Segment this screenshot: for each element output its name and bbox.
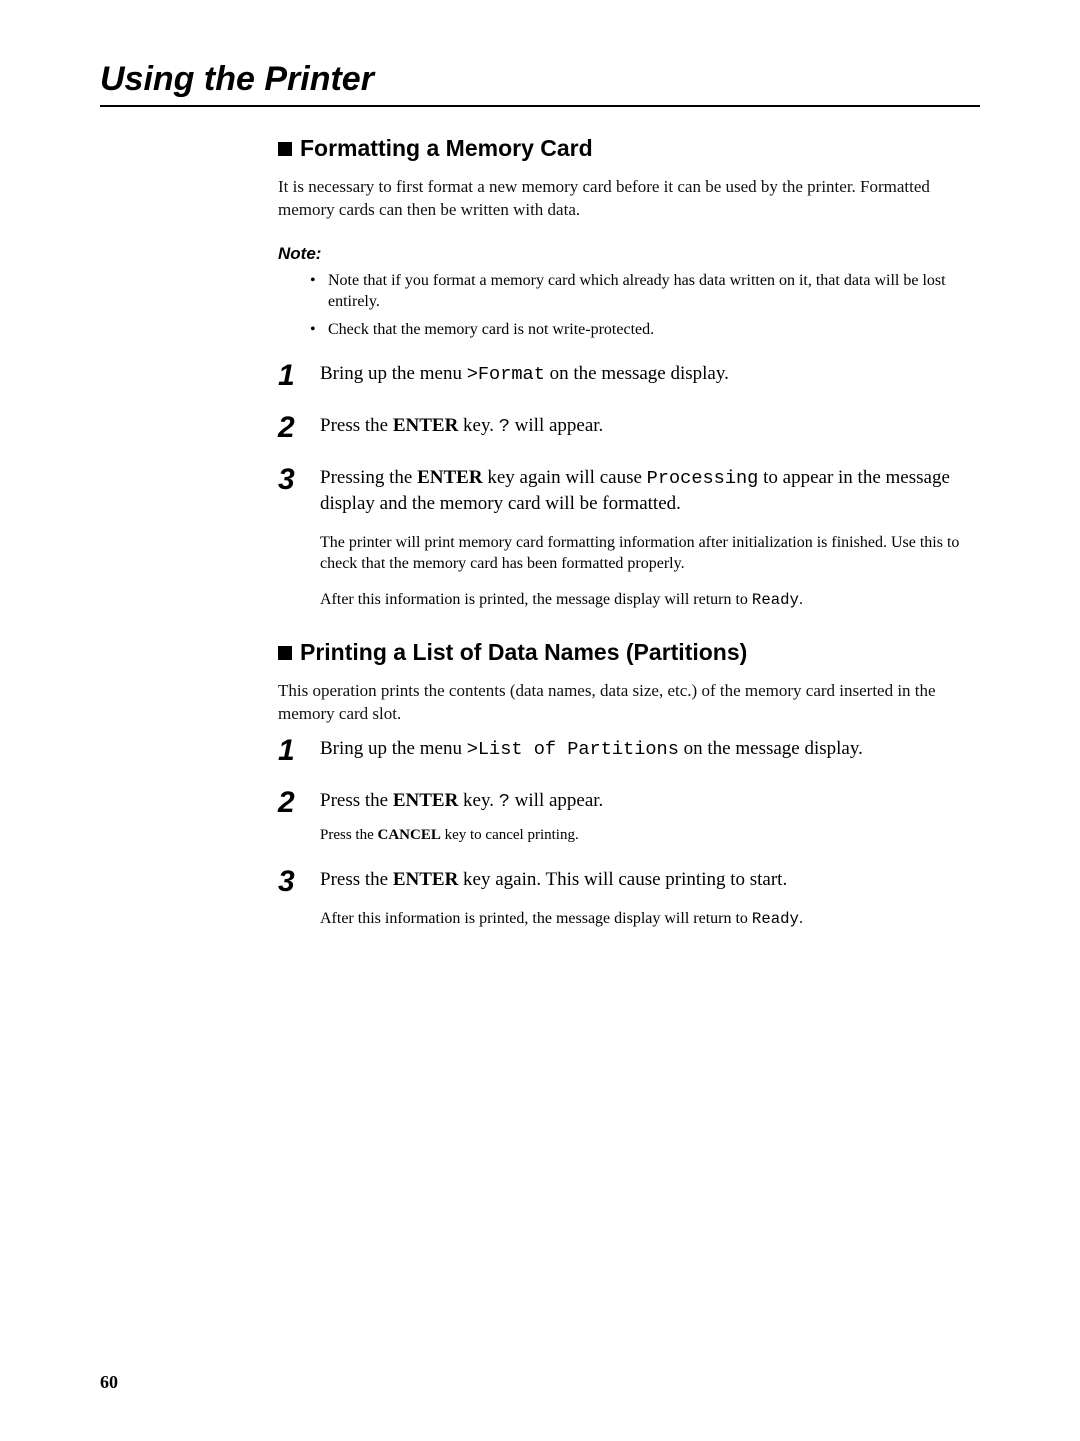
square-bullet-icon [278, 646, 292, 660]
step-text-pre: Bring up the menu [320, 363, 467, 384]
step-text-post: will appear. [510, 790, 603, 811]
step-1: 1 Bring up the menu >Format on the messa… [278, 361, 970, 391]
step-text: Pressing the ENTER key again will cause … [320, 465, 970, 518]
section-heading-text: Printing a List of Data Names (Partition… [300, 639, 747, 665]
step-body: Press the ENTER key. ? will appear. [320, 413, 970, 440]
note-item: Note that if you format a memory card wh… [314, 270, 970, 313]
menu-code: >List of Partitions [467, 738, 679, 760]
square-bullet-icon [278, 142, 292, 156]
sub-text-pre: After this information is printed, the m… [320, 591, 752, 608]
step-text: Press the ENTER key. ? will appear. [320, 415, 603, 436]
key-name: ENTER [393, 790, 458, 811]
step-sub-text: The printer will print memory card forma… [320, 532, 970, 575]
chapter-title: Using the Printer [100, 60, 980, 107]
step-1: 1 Bring up the menu >List of Partitions … [278, 736, 970, 766]
step-text-post: key again. This will cause printing to s… [458, 869, 787, 890]
section2-intro: This operation prints the contents (data… [278, 680, 970, 726]
step-text-pre: Press the [320, 415, 393, 436]
step-number: 1 [278, 361, 320, 391]
status-code: Ready [752, 591, 799, 609]
step-number: 3 [278, 867, 320, 897]
step-text-pre: Press the [320, 869, 393, 890]
step-number: 1 [278, 736, 320, 766]
sub-text-pre: After this information is printed, the m… [320, 910, 752, 927]
step-text: Bring up the menu >Format on the message… [320, 363, 729, 384]
step-text-post: will appear. [510, 415, 603, 436]
step-number: 2 [278, 788, 320, 818]
status-code: Processing [647, 467, 759, 489]
step-text-mid: key. [458, 415, 498, 436]
menu-code: >Format [467, 363, 545, 385]
step-body: Press the ENTER key again. This will cau… [320, 867, 970, 930]
prompt-code: ? [499, 415, 510, 437]
section-heading-formatting: Formatting a Memory Card [278, 135, 970, 162]
main-content: Formatting a Memory Card It is necessary… [100, 135, 980, 930]
step-body: Bring up the menu >Format on the message… [320, 361, 970, 388]
sub-text-post: . [799, 910, 803, 927]
sub-text-pre: Press the [320, 827, 378, 843]
step-2: 2 Press the ENTER key. ? will appear. [278, 413, 970, 443]
sub-text-post: . [799, 591, 803, 608]
section1-intro: It is necessary to first format a new me… [278, 176, 970, 222]
step-text: Press the ENTER key again. This will cau… [320, 867, 970, 894]
page-number: 60 [100, 1372, 118, 1393]
step-number: 2 [278, 413, 320, 443]
step-3: 3 Pressing the ENTER key again will caus… [278, 465, 970, 612]
step-body: Press the ENTER key. ? will appear. Pres… [320, 788, 970, 845]
step-sub-text: After this information is printed, the m… [320, 908, 970, 930]
step-body: Bring up the menu >List of Partitions on… [320, 736, 970, 763]
sub-text-post: key to cancel printing. [441, 827, 579, 843]
step-text-pre: Pressing the [320, 467, 417, 488]
key-name: ENTER [393, 415, 458, 436]
step-body: Pressing the ENTER key again will cause … [320, 465, 970, 612]
note-list: Note that if you format a memory card wh… [278, 270, 970, 341]
step-2: 2 Press the ENTER key. ? will appear. Pr… [278, 788, 970, 845]
key-name: CANCEL [378, 827, 441, 843]
step-text: Bring up the menu >List of Partitions on… [320, 738, 863, 759]
step-3: 3 Press the ENTER key again. This will c… [278, 867, 970, 930]
key-name: ENTER [393, 869, 458, 890]
step-number: 3 [278, 465, 320, 495]
step-text-post: on the message display. [545, 363, 729, 384]
step-text-mid: key again will cause [483, 467, 647, 488]
step-text-pre: Bring up the menu [320, 738, 467, 759]
step-text-pre: Press the [320, 790, 393, 811]
step-text-post: on the message display. [679, 738, 863, 759]
note-label: Note: [278, 244, 970, 264]
note-item: Check that the memory card is not write-… [314, 319, 970, 341]
status-code: Ready [752, 910, 799, 928]
section-heading-text: Formatting a Memory Card [300, 135, 593, 161]
prompt-code: ? [499, 790, 510, 812]
step-text-mid: key. [458, 790, 498, 811]
section-heading-printing: Printing a List of Data Names (Partition… [278, 639, 970, 666]
step-text: Press the ENTER key. ? will appear. [320, 788, 970, 815]
key-name: ENTER [417, 467, 482, 488]
step-sub-text: After this information is printed, the m… [320, 589, 970, 611]
step-sub-text: Press the CANCEL key to cancel printing. [320, 825, 970, 845]
